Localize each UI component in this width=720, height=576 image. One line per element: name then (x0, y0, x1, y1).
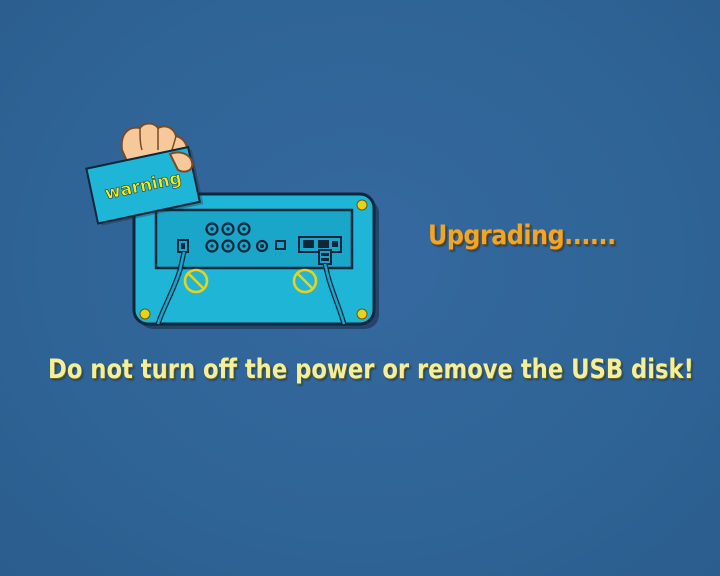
upgrade-illustration: warning (85, 122, 379, 329)
do-not-power-off-warning: Do not turn off the power or remove the … (48, 354, 694, 385)
device-rear-panel-icon (132, 192, 379, 329)
upgrade-screen: warning Upgrading...... Do not turn off … (0, 0, 720, 576)
upgrade-status-text: Upgrading...... (428, 220, 616, 251)
